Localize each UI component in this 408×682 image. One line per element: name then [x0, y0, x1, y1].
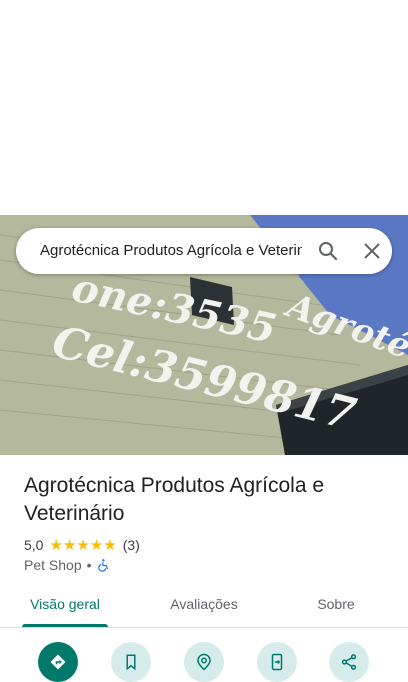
category-label[interactable]: Pet Shop — [24, 557, 82, 573]
rating-value: 5,0 — [24, 537, 44, 553]
rating-row[interactable]: 5,0 ★★★★★ (3) — [24, 535, 140, 555]
star-rating: ★★★★★ — [49, 536, 117, 554]
place-title: Agrotécnica Produtos Agrícola e Veteriná… — [24, 474, 325, 525]
directions-icon — [50, 654, 66, 670]
wheelchair-accessible-icon — [97, 559, 108, 572]
search-input[interactable]: Agrotécnica Produtos Agrícola e Veteriná… — [40, 228, 302, 274]
category-row: Pet Shop • — [24, 556, 111, 574]
review-count[interactable]: (3) — [123, 537, 140, 553]
close-icon[interactable] — [360, 239, 384, 263]
share-icon — [341, 654, 357, 670]
tab-about[interactable]: Sobre — [300, 584, 372, 624]
tab-overview[interactable]: Visão geral — [22, 584, 108, 624]
search-icon[interactable] — [316, 239, 340, 263]
nearby-button[interactable] — [184, 642, 224, 682]
map-area-blank — [0, 0, 408, 215]
separator-dot: • — [86, 557, 92, 573]
nearby-icon — [197, 653, 211, 671]
share-button[interactable] — [329, 642, 369, 682]
tab-reviews[interactable]: Avaliações — [156, 584, 252, 624]
place-tabs: Visão geral Avaliações Sobre — [0, 584, 408, 628]
save-button[interactable] — [111, 642, 151, 682]
send-to-phone-icon — [271, 653, 283, 671]
directions-button[interactable] — [38, 642, 78, 682]
send-to-phone-button[interactable] — [257, 642, 297, 682]
active-tab-indicator — [22, 624, 108, 627]
search-bar[interactable]: Agrotécnica Produtos Agrícola e Veteriná… — [16, 228, 392, 274]
bookmark-icon — [126, 654, 136, 671]
